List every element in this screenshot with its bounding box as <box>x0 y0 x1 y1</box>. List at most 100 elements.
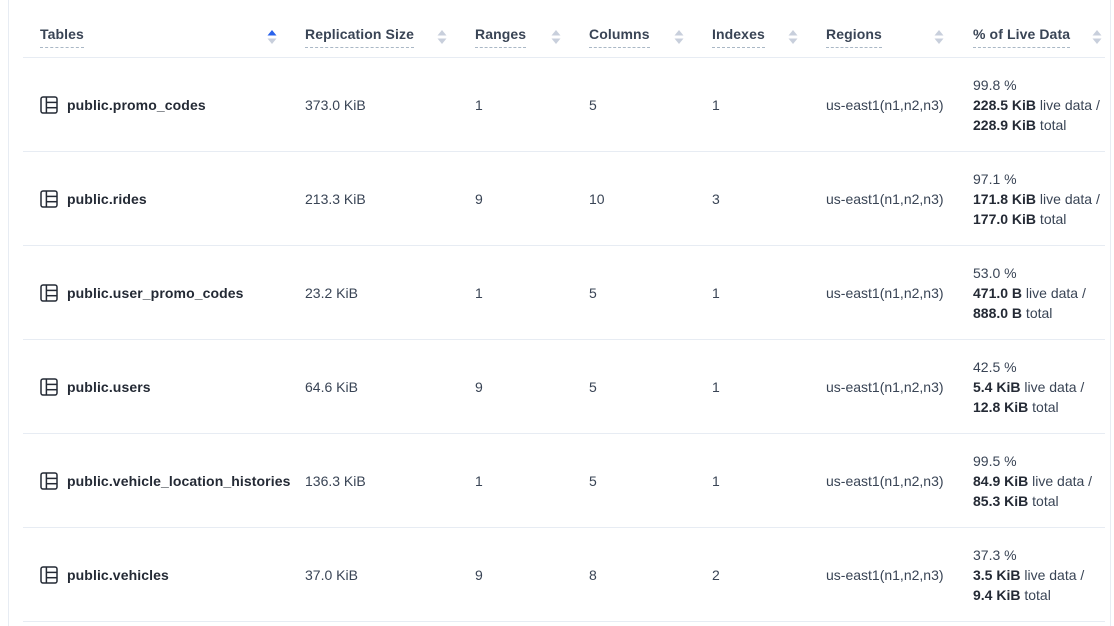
regions-cell: us-east1(n1,n2,n3) <box>826 379 947 395</box>
live-percent: 42.5 % <box>973 357 1105 377</box>
live-bytes-line: 471.0 B live data / <box>973 283 1105 303</box>
column-header-label[interactable]: Replication Size <box>305 26 414 48</box>
live-bytes: 171.8 KiB <box>973 191 1036 207</box>
total-label: total <box>1022 305 1052 321</box>
table-name-cell: public.vehicle_location_histories <box>23 472 305 490</box>
column-header-replication-size[interactable]: Replication Size <box>305 26 475 57</box>
table-grid-icon <box>40 566 58 584</box>
live-bytes: 471.0 B <box>973 285 1022 301</box>
regions-cell: us-east1(n1,n2,n3) <box>826 191 947 207</box>
column-header-columns[interactable]: Columns <box>589 26 712 57</box>
live-label: live data / <box>1028 473 1092 489</box>
column-header-label[interactable]: % of Live Data <box>973 26 1070 48</box>
table-grid-icon <box>40 284 58 302</box>
table-row: public.users 64.6 KiB 9 5 1 us-east1(n1,… <box>23 340 1105 434</box>
sort-arrows-icon[interactable] <box>1092 29 1102 45</box>
table-row: public.promo_codes 373.0 KiB 1 5 1 us-ea… <box>23 58 1105 152</box>
table-row: public.vehicles 37.0 KiB 9 8 2 us-east1(… <box>23 528 1105 622</box>
column-header-label[interactable]: Indexes <box>712 26 765 48</box>
table-name-cell: public.user_promo_codes <box>23 284 305 302</box>
live-label: live data / <box>1020 379 1084 395</box>
table-grid-icon <box>40 378 58 396</box>
table-name-link[interactable]: public.rides <box>67 191 147 207</box>
indexes-cell: 1 <box>712 285 826 301</box>
live-bytes-line: 5.4 KiB live data / <box>973 377 1105 397</box>
ranges-cell: 1 <box>475 473 589 489</box>
table-name-link[interactable]: public.vehicles <box>67 567 169 583</box>
total-bytes: 177.0 KiB <box>973 211 1036 227</box>
total-label: total <box>1028 399 1058 415</box>
columns-cell: 5 <box>589 97 712 113</box>
replication-size-cell: 373.0 KiB <box>305 97 475 113</box>
total-label: total <box>1036 211 1066 227</box>
ranges-cell: 9 <box>475 379 589 395</box>
table-name-link[interactable]: public.users <box>67 379 151 395</box>
regions-cell: us-east1(n1,n2,n3) <box>826 285 947 301</box>
ranges-cell: 1 <box>475 285 589 301</box>
total-bytes-line: 9.4 KiB total <box>973 585 1105 605</box>
table-body: public.promo_codes 373.0 KiB 1 5 1 us-ea… <box>23 58 1105 622</box>
columns-cell: 5 <box>589 473 712 489</box>
column-header-label[interactable]: Regions <box>826 26 882 48</box>
ranges-cell: 1 <box>475 97 589 113</box>
column-header-regions[interactable]: Regions <box>826 26 947 57</box>
left-page-rule <box>8 0 9 626</box>
live-percent: 99.5 % <box>973 451 1105 471</box>
table-name-link[interactable]: public.promo_codes <box>67 97 206 113</box>
column-header-indexes[interactable]: Indexes <box>712 26 826 57</box>
total-bytes-line: 228.9 KiB total <box>973 115 1105 135</box>
sort-arrows-icon[interactable] <box>551 29 561 45</box>
regions-cell: us-east1(n1,n2,n3) <box>826 567 947 583</box>
column-header-ranges[interactable]: Ranges <box>475 26 589 57</box>
sort-arrows-icon[interactable] <box>267 29 277 45</box>
total-bytes-line: 85.3 KiB total <box>973 491 1105 511</box>
sort-arrows-icon[interactable] <box>437 29 447 45</box>
live-bytes-line: 3.5 KiB live data / <box>973 565 1105 585</box>
total-bytes: 228.9 KiB <box>973 117 1036 133</box>
ranges-cell: 9 <box>475 191 589 207</box>
table-grid-icon <box>40 96 58 114</box>
live-percent: 53.0 % <box>973 263 1105 283</box>
replication-size-cell: 136.3 KiB <box>305 473 475 489</box>
columns-cell: 10 <box>589 191 712 207</box>
tables-page: Tables Replication Size Ranges <box>0 0 1114 626</box>
column-header-label[interactable]: Tables <box>40 26 84 48</box>
column-header-label[interactable]: Ranges <box>475 26 526 48</box>
columns-cell: 8 <box>589 567 712 583</box>
live-label: live data / <box>1022 285 1086 301</box>
live-bytes: 228.5 KiB <box>973 97 1036 113</box>
right-page-rule <box>1110 0 1111 626</box>
column-header--of-live-data[interactable]: % of Live Data <box>947 26 1105 57</box>
live-data-cell: 99.5 % 84.9 KiB live data / 85.3 KiB tot… <box>947 451 1105 511</box>
sort-arrows-icon[interactable] <box>788 29 798 45</box>
replication-size-cell: 37.0 KiB <box>305 567 475 583</box>
total-bytes: 85.3 KiB <box>973 493 1028 509</box>
column-header-label[interactable]: Columns <box>589 26 650 48</box>
live-data-cell: 97.1 % 171.8 KiB live data / 177.0 KiB t… <box>947 169 1105 229</box>
column-header-tables[interactable]: Tables <box>23 26 305 57</box>
indexes-cell: 1 <box>712 97 826 113</box>
live-data-cell: 53.0 % 471.0 B live data / 888.0 B total <box>947 263 1105 323</box>
table-name-link[interactable]: public.vehicle_location_histories <box>67 473 290 489</box>
total-label: total <box>1020 587 1050 603</box>
live-bytes-line: 84.9 KiB live data / <box>973 471 1105 491</box>
total-bytes-line: 888.0 B total <box>973 303 1105 323</box>
live-label: live data / <box>1020 567 1084 583</box>
live-percent: 99.8 % <box>973 75 1105 95</box>
indexes-cell: 3 <box>712 191 826 207</box>
table-name-cell: public.rides <box>23 190 305 208</box>
total-bytes: 9.4 KiB <box>973 587 1020 603</box>
live-percent: 37.3 % <box>973 545 1105 565</box>
sort-arrows-icon[interactable] <box>934 29 944 45</box>
sort-arrows-icon[interactable] <box>674 29 684 45</box>
live-bytes: 84.9 KiB <box>973 473 1028 489</box>
total-label: total <box>1028 493 1058 509</box>
replication-size-cell: 23.2 KiB <box>305 285 475 301</box>
total-bytes-line: 12.8 KiB total <box>973 397 1105 417</box>
live-bytes-line: 171.8 KiB live data / <box>973 189 1105 209</box>
ranges-cell: 9 <box>475 567 589 583</box>
live-data-cell: 37.3 % 3.5 KiB live data / 9.4 KiB total <box>947 545 1105 605</box>
live-label: live data / <box>1036 97 1100 113</box>
indexes-cell: 1 <box>712 473 826 489</box>
table-name-link[interactable]: public.user_promo_codes <box>67 285 244 301</box>
